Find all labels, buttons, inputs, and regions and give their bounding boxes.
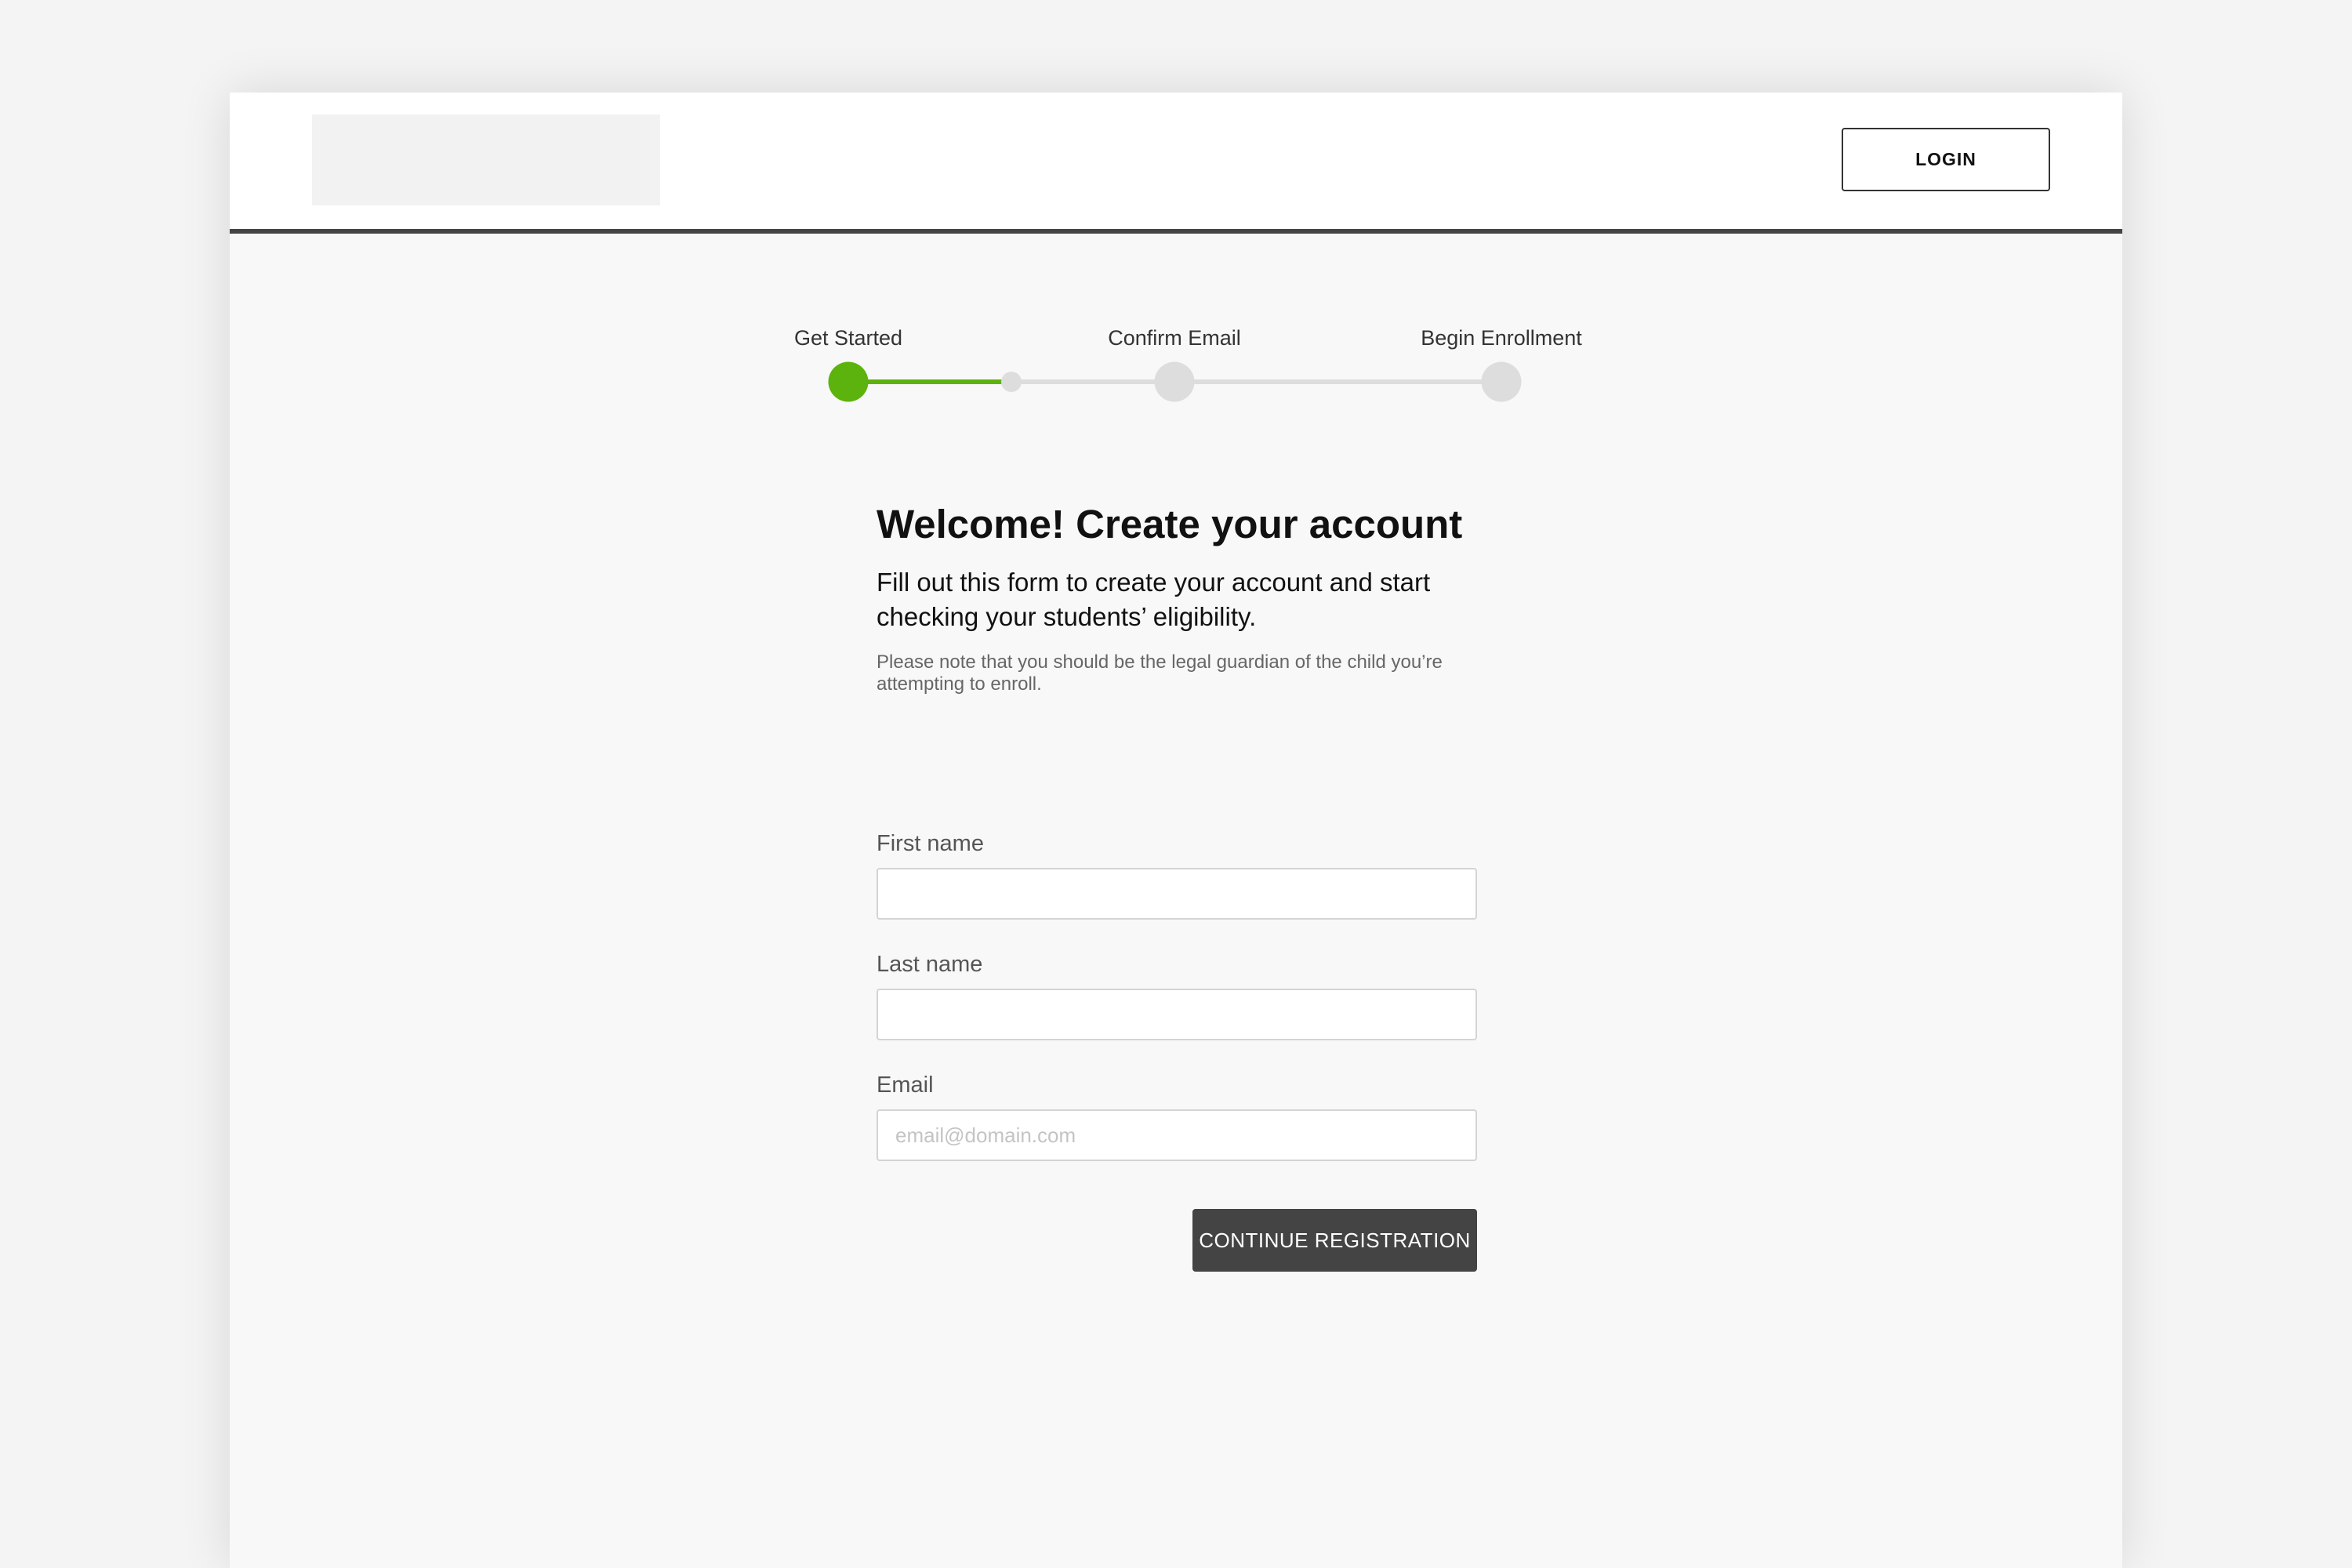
first-name-input[interactable]	[877, 868, 1477, 920]
email-label: Email	[877, 1073, 934, 1098]
guardian-note: Please note that you should be the legal…	[877, 652, 1443, 695]
step-progress-remaining	[1011, 379, 1501, 384]
step-dot-confirm-email	[1154, 361, 1195, 402]
registration-stepper: Get Started Confirm Email Begin Enrollme…	[230, 93, 2122, 422]
email-group: Email	[877, 1073, 1477, 1161]
last-name-label: Last name	[877, 952, 983, 977]
last-name-input[interactable]	[877, 989, 1477, 1040]
continue-registration-button[interactable]: CONTINUE REGISTRATION	[1192, 1209, 1477, 1272]
app-window: LOGIN Get Started Confirm Email Begin En…	[230, 93, 2122, 1568]
step-progress-complete	[848, 379, 1011, 384]
form-subtitle: Fill out this form to create your accoun…	[877, 568, 1431, 632]
page-title: Welcome! Create your account	[877, 502, 1463, 546]
email-input[interactable]	[877, 1109, 1477, 1161]
step-label-begin-enrollment: Begin Enrollment	[1421, 326, 1582, 350]
step-dot-get-started	[828, 361, 869, 402]
registration-form: Welcome! Create your account Fill out th…	[877, 500, 1477, 1161]
step-midpoint-dot	[1001, 372, 1022, 392]
last-name-group: Last name	[877, 952, 1477, 1040]
first-name-group: First name	[877, 831, 1477, 920]
first-name-label: First name	[877, 831, 984, 856]
step-label-confirm-email: Confirm Email	[1108, 326, 1241, 350]
step-dot-begin-enrollment	[1481, 361, 1522, 402]
step-label-get-started: Get Started	[793, 326, 903, 350]
